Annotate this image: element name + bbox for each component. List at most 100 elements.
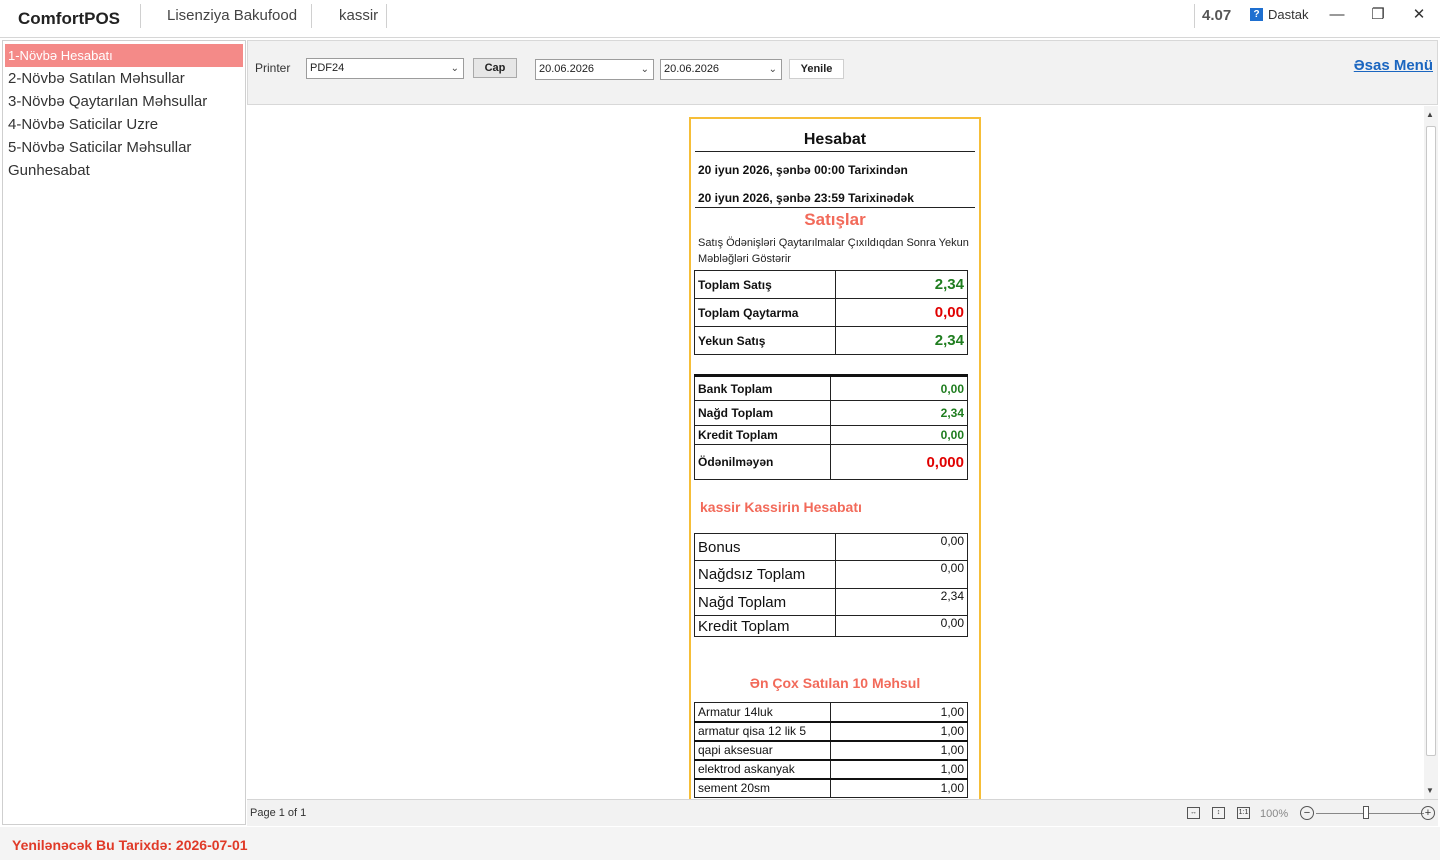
chevron-down-icon: ⌄ (640, 64, 649, 75)
date-to-value: 20.06.2026 (664, 63, 720, 75)
page-info: Page 1 of 1 (250, 807, 307, 819)
table-row: Kredit Toplam 0,00 (694, 425, 968, 445)
menu-item-shift-returned-products[interactable]: 3-Növbə Qaytarılan Məhsullar (3, 90, 245, 113)
report-to-date: 20 iyun 2026, şənbə 23:59 Tarixinədək (698, 191, 914, 205)
table-row: Bonus 0,00 (694, 533, 968, 561)
product-qty: 1,00 (830, 702, 968, 722)
credit-total-value: 0,00 (830, 425, 968, 445)
menu-item-day-report[interactable]: Gunhesabat (3, 159, 245, 182)
title-bar: ComfortPOS Lisenziya Bakufood kassir 4.0… (0, 0, 1440, 38)
table-row: Toplam Qaytarma 0,00 (694, 298, 968, 327)
sales-note: Satış Ödənişləri Qaytarılmalar Çıxıldıqd… (698, 237, 969, 265)
zoom-in-icon[interactable]: + (1421, 806, 1435, 820)
table-row: Nağd Toplam 2,34 (694, 588, 968, 616)
cashier-cash-value: 2,34 (835, 588, 968, 616)
printer-value: PDF24 (310, 62, 345, 74)
printer-select[interactable]: PDF24 ⌄ (306, 58, 464, 79)
net-sales-value: 2,34 (835, 326, 968, 355)
report-from-date: 20 iyun 2026, şənbə 00:00 Tarixindən (698, 163, 908, 177)
scroll-thumb[interactable] (1426, 126, 1436, 756)
menu-item-shift-sold-products[interactable]: 2-Növbə Satılan Məhsullar (3, 67, 245, 90)
product-qty: 1,00 (830, 759, 968, 779)
app-status-bar: Yenilənəcək Bu Tarixdə: 2026-07-01 (0, 827, 1440, 860)
zoom-slider[interactable] (1316, 813, 1424, 814)
table-row: Toplam Satış 2,34 (694, 270, 968, 299)
print-button[interactable]: Cap (473, 58, 517, 78)
payments-table: Bank Toplam 0,00 Nağd Toplam 2,34 Kredit… (694, 374, 968, 480)
printer-label: Printer (255, 61, 291, 75)
total-sales-value: 2,34 (835, 270, 968, 299)
unpaid-value: 0,000 (830, 444, 968, 480)
date-from-picker[interactable]: 20.06.2026 ⌄ (535, 59, 654, 80)
zoom-level: 100% (1260, 808, 1289, 820)
user-label: kassir (339, 7, 379, 24)
product-name: qapi aksesuar (694, 740, 831, 760)
menu-item-shift-sellers[interactable]: 4-Növbə Saticilar Uzre (3, 113, 245, 136)
table-row: Yekun Satış 2,34 (694, 326, 968, 355)
report-toolbar: Printer PDF24 ⌄ Cap 20.06.2026 ⌄ 20.06.2… (247, 40, 1438, 105)
chevron-down-icon: ⌄ (768, 64, 777, 75)
noncash-total-value: 0,00 (835, 560, 968, 589)
bank-total-value: 0,00 (830, 375, 968, 401)
fit-page-icon[interactable]: ↕ (1212, 807, 1225, 819)
table-row: Ödənilməyən 0,000 (694, 444, 968, 480)
table-row: Armatur 14luk 1,00 (694, 702, 968, 722)
noncash-total-label: Nağdsız Toplam (694, 560, 836, 589)
scroll-up-icon[interactable]: ▲ (1426, 110, 1434, 119)
bonus-label: Bonus (694, 533, 836, 561)
top-products-table: Armatur 14luk 1,00 armatur qisa 12 lik 5… (694, 702, 968, 798)
credit-total-label: Kredit Toplam (694, 425, 831, 445)
product-qty: 1,00 (830, 721, 968, 741)
menu-item-shift-seller-products[interactable]: 5-Növbə Saticilar Məhsullar (3, 136, 245, 159)
top-products-heading: Ən Çox Satılan 10 Məhsul (749, 675, 921, 691)
product-name: armatur qisa 12 lik 5 (694, 721, 831, 741)
date-to-picker[interactable]: 20.06.2026 ⌄ (660, 59, 782, 80)
totals-table: Toplam Satış 2,34 Toplam Qaytarma 0,00 Y… (694, 270, 968, 355)
table-row: sement 20sm 1,00 (694, 778, 968, 798)
help-label: Dastak (1268, 7, 1309, 22)
cash-total-label: Nağd Toplam (694, 400, 831, 426)
menu-item-shift-report[interactable]: 1-Növbə Hesabatı (5, 44, 243, 67)
product-name: Armatur 14luk (694, 702, 831, 722)
help-button[interactable]: ? Dastak (1250, 7, 1308, 22)
total-sales-label: Toplam Satış (694, 270, 836, 299)
table-row: elektrod askanyak 1,00 (694, 759, 968, 779)
sales-heading: Satışlar (804, 210, 866, 229)
divider (140, 4, 141, 28)
close-button[interactable]: ✕ (1399, 2, 1439, 28)
version-label: 4.07 (1202, 7, 1232, 24)
date-from-value: 20.06.2026 (539, 63, 595, 75)
report-page: Hesabat 20 iyun 2026, şənbə 00:00 Tarixi… (689, 117, 981, 799)
divider (1194, 4, 1195, 28)
bonus-value: 0,00 (835, 533, 968, 561)
bank-total-label: Bank Toplam (694, 375, 831, 401)
product-qty: 1,00 (830, 778, 968, 798)
table-row: Nağd Toplam 2,34 (694, 400, 968, 426)
refresh-button[interactable]: Yenile (789, 59, 844, 79)
divider (695, 207, 975, 208)
unpaid-label: Ödənilməyən (694, 444, 831, 480)
divider (311, 4, 312, 28)
total-returns-value: 0,00 (835, 298, 968, 327)
cashier-credit-value: 0,00 (835, 615, 968, 637)
fit-width-icon[interactable]: ↔ (1187, 807, 1200, 819)
update-date-text: Yenilənəcək Bu Tarixdə: 2026-07-01 (12, 837, 248, 853)
vertical-scrollbar[interactable]: ▲ ▼ (1424, 106, 1438, 799)
divider (386, 4, 387, 28)
minimize-button[interactable]: — (1317, 2, 1357, 28)
main-menu-link[interactable]: Əsas Menü (1354, 57, 1433, 74)
table-row: Nağdsız Toplam 0,00 (694, 560, 968, 589)
divider (695, 151, 975, 152)
report-viewer[interactable]: Hesabat 20 iyun 2026, şənbə 00:00 Tarixi… (247, 106, 1438, 799)
zoom-slider-handle[interactable] (1363, 806, 1369, 819)
zoom-out-icon[interactable]: − (1300, 806, 1314, 820)
restore-button[interactable]: ❐ (1358, 2, 1398, 28)
viewer-status-bar: Page 1 of 1 ↔ ↕ 1:1 100% − + (247, 799, 1438, 826)
actual-size-icon[interactable]: 1:1 (1237, 807, 1250, 819)
chevron-down-icon: ⌄ (450, 63, 459, 74)
help-icon: ? (1250, 8, 1263, 21)
report-title: Hesabat (803, 131, 867, 148)
license-label: Lisenziya Bakufood (167, 7, 298, 24)
scroll-down-icon[interactable]: ▼ (1426, 786, 1434, 795)
table-row: qapi aksesuar 1,00 (694, 740, 968, 760)
